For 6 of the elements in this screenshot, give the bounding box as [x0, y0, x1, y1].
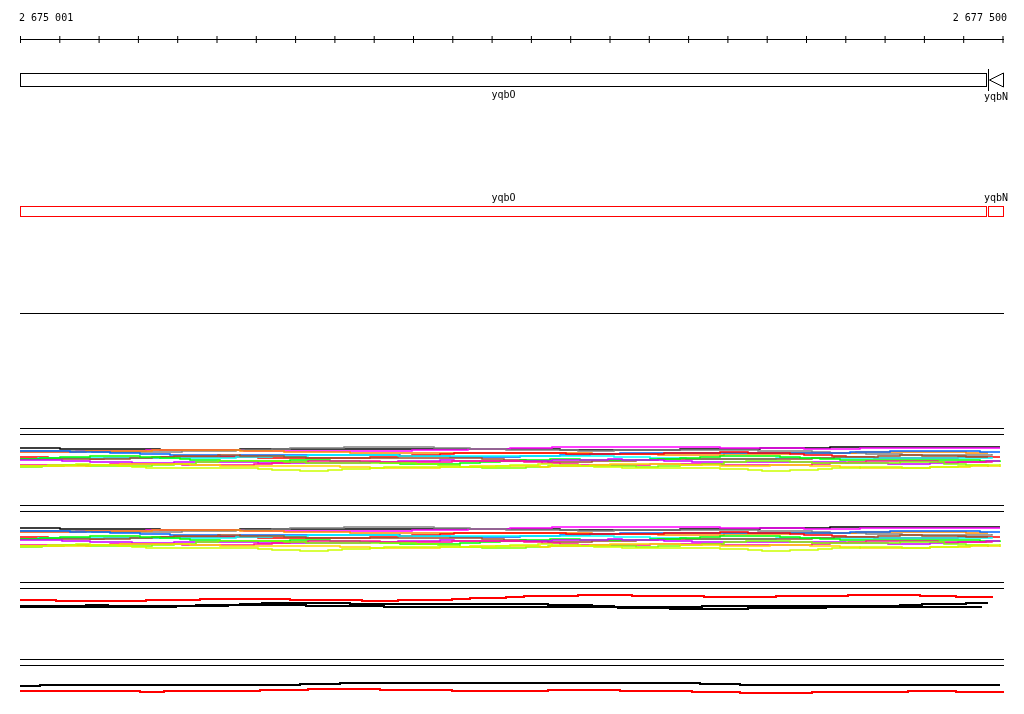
- end-coordinate: 2 677 500: [952, 11, 1007, 25]
- gene-label: yqbN: [983, 192, 1009, 204]
- gene-label: yqbO: [491, 192, 516, 204]
- gene-label: yqbN: [983, 91, 1009, 103]
- start-coordinate: 2 675 001: [19, 11, 74, 25]
- gene-label: yqbO: [491, 89, 516, 101]
